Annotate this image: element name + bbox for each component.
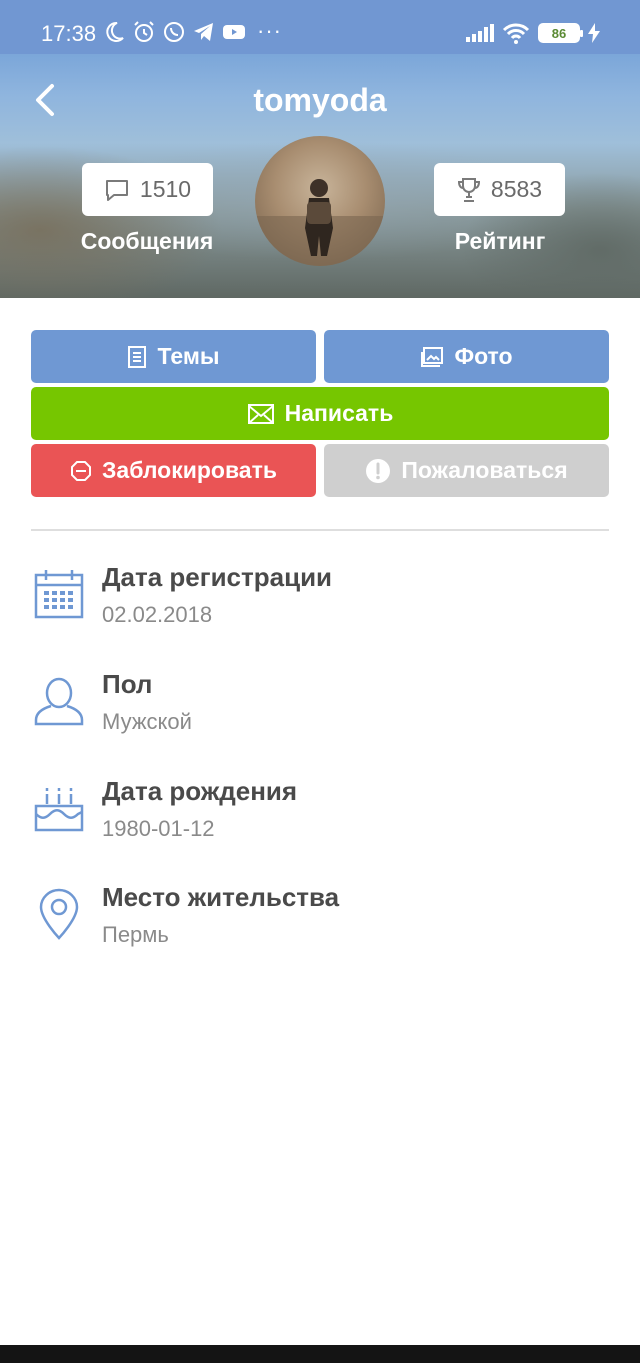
- section-divider: [31, 529, 609, 531]
- location-pin-icon: [39, 888, 79, 940]
- image-gallery-icon: [421, 346, 444, 367]
- info-value: 1980-01-12: [102, 816, 215, 841]
- topics-button[interactable]: Темы: [31, 330, 316, 383]
- report-user-button[interactable]: Пожаловаться: [324, 444, 609, 497]
- info-location: Место жительства Пермь: [31, 882, 609, 962]
- rating-label: Рейтинг: [454, 228, 546, 254]
- info-registration-date: Дата регистрации 02.02.2018: [31, 562, 609, 642]
- exclamation-circle-icon: [366, 458, 391, 483]
- info-title: Место жительства: [102, 882, 340, 912]
- calendar-icon: [34, 570, 84, 619]
- status-bar: 17:38 ··· 86: [0, 0, 640, 54]
- envelope-icon: [247, 403, 274, 424]
- info-value: Мужской: [102, 709, 192, 734]
- charging-icon: [588, 23, 600, 43]
- status-icons-left: [102, 20, 246, 44]
- info-gender: Пол Мужской: [31, 669, 609, 749]
- rating-count: 8583: [490, 176, 543, 202]
- trophy-icon: [457, 177, 480, 202]
- birthday-cake-icon: [34, 788, 84, 832]
- document-list-icon: [128, 345, 147, 368]
- alarm-icon: [134, 21, 154, 42]
- profile-username: tomyoda: [253, 82, 387, 118]
- messages-count: 1510: [139, 176, 192, 202]
- system-navigation-bar: [0, 1345, 640, 1363]
- rating-count-box[interactable]: 8583: [434, 163, 565, 216]
- avatar[interactable]: [255, 136, 385, 266]
- report-user-button-label: Пожаловаться: [401, 457, 568, 483]
- topics-button-label: Темы: [157, 343, 220, 369]
- person-icon: [34, 677, 84, 726]
- telegram-icon: [194, 23, 213, 41]
- speech-bubble-icon: [105, 179, 128, 201]
- write-message-button-label: Написать: [284, 400, 394, 426]
- info-birth-date: Дата рождения 1980-01-12: [31, 776, 609, 856]
- info-value: Пермь: [102, 922, 169, 947]
- battery-indicator: 86: [538, 23, 583, 43]
- messages-count-box[interactable]: 1510: [82, 163, 213, 216]
- block-user-button-label: Заблокировать: [102, 457, 277, 483]
- info-title: Дата регистрации: [102, 562, 333, 592]
- status-icons-right: 86: [466, 22, 600, 44]
- info-value: 02.02.2018: [102, 602, 213, 627]
- messages-label: Сообщения: [80, 228, 214, 254]
- signal-icon: [466, 24, 494, 42]
- more-notifications-indicator: ···: [257, 18, 282, 43]
- info-title: Пол: [102, 669, 153, 699]
- whatsapp-icon: [164, 22, 184, 42]
- ban-octagon-icon: [71, 460, 91, 481]
- profile-header: 17:38 ··· 86 tomyoda 1510 Сообщения 8583…: [0, 0, 640, 298]
- block-user-button[interactable]: Заблокировать: [31, 444, 316, 497]
- info-title: Дата рождения: [102, 776, 298, 806]
- youtube-icon: [223, 25, 245, 39]
- battery-level: 86: [551, 25, 567, 41]
- moon-icon: [106, 21, 124, 42]
- avatar-photo: [255, 179, 385, 266]
- status-time: 17:38: [41, 21, 97, 46]
- wifi-icon: [502, 23, 530, 44]
- photos-button-label: Фото: [454, 343, 513, 369]
- write-message-button[interactable]: Написать: [31, 387, 609, 440]
- photos-button[interactable]: Фото: [324, 330, 609, 383]
